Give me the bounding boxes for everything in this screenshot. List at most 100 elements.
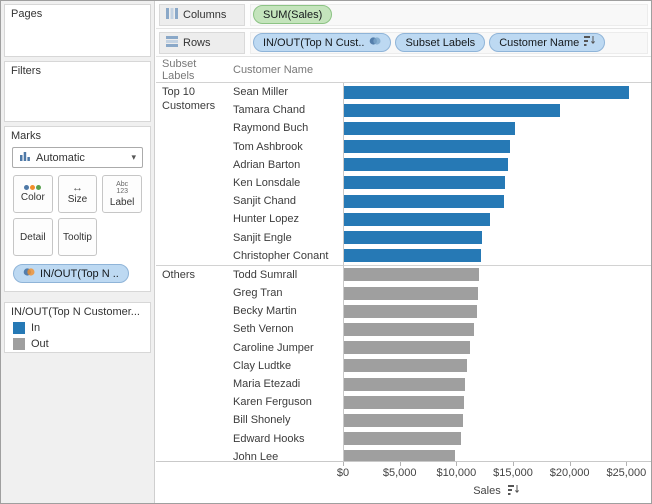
text-label-icon: Abc 123 bbox=[116, 181, 128, 195]
bar-track bbox=[343, 430, 651, 448]
columns-shelf-label: Columns bbox=[159, 4, 245, 26]
subset-label[interactable]: Top 10 Customers bbox=[156, 83, 231, 265]
sales-bar[interactable] bbox=[343, 305, 477, 318]
subset-group: OthersTodd SumrallGreg TranBecky MartinS… bbox=[156, 265, 651, 461]
columns-shelf-track[interactable]: SUM(Sales) bbox=[250, 4, 648, 26]
customer-name-label[interactable]: Raymond Buch bbox=[231, 119, 343, 137]
bar-track bbox=[343, 210, 651, 228]
customer-name-label[interactable]: Sanjit Chand bbox=[231, 192, 343, 210]
sales-bar[interactable] bbox=[343, 86, 629, 99]
axis-label: Sales bbox=[473, 485, 501, 497]
label-button[interactable]: Abc 123 Label bbox=[102, 175, 142, 213]
size-button[interactable]: ↔ Size bbox=[58, 175, 98, 213]
sales-bar[interactable] bbox=[343, 140, 510, 153]
customer-name-label[interactable]: Caroline Jumper bbox=[231, 339, 343, 357]
axis-label-row: Sales bbox=[343, 485, 649, 498]
sales-bar[interactable] bbox=[343, 213, 490, 226]
bar-row: John Lee bbox=[231, 448, 651, 461]
filters-drop-area[interactable] bbox=[5, 79, 150, 121]
customer-name-label[interactable]: Greg Tran bbox=[231, 284, 343, 302]
pages-drop-area[interactable] bbox=[5, 22, 150, 56]
sales-bar[interactable] bbox=[343, 195, 504, 208]
columns-shelf: Columns SUM(Sales) bbox=[156, 1, 651, 29]
customer-name-label[interactable]: Becky Martin bbox=[231, 302, 343, 320]
customer-name-label[interactable]: Edward Hooks bbox=[231, 430, 343, 448]
detail-button[interactable]: Detail bbox=[13, 218, 53, 256]
pill-subset-labels[interactable]: Subset Labels bbox=[395, 33, 485, 52]
axis-sort-icon[interactable] bbox=[508, 486, 519, 498]
legend-swatch-out bbox=[13, 338, 25, 350]
customer-name-label[interactable]: Ken Lonsdale bbox=[231, 174, 343, 192]
sidebar: Pages Filters Marks Automatic ▾ bbox=[1, 1, 155, 503]
customer-name-label[interactable]: Tom Ashbrook bbox=[231, 138, 343, 156]
customer-name-label[interactable]: Hunter Lopez bbox=[231, 210, 343, 228]
sales-bar[interactable] bbox=[343, 359, 467, 372]
customer-name-label[interactable]: Bill Shonely bbox=[231, 411, 343, 429]
rows-icon bbox=[166, 36, 178, 50]
subset-labels-header[interactable]: Subset Labels bbox=[156, 58, 231, 82]
marks-set-pill[interactable]: IN/OUT(Top N .. bbox=[13, 264, 129, 283]
bar-row: Todd Sumrall bbox=[231, 266, 651, 284]
customer-name-label[interactable]: Todd Sumrall bbox=[231, 266, 343, 284]
customer-name-label[interactable]: Adrian Barton bbox=[231, 156, 343, 174]
customer-name-header[interactable]: Customer Name bbox=[231, 64, 343, 76]
pill-sum-sales[interactable]: SUM(Sales) bbox=[253, 5, 332, 24]
customer-name-label[interactable]: Sanjit Engle bbox=[231, 229, 343, 247]
axis-ticks: $0$5,000$10,000$15,000$20,000$25,000 bbox=[343, 462, 649, 482]
axis-tick-label: $20,000 bbox=[550, 467, 590, 479]
pill-customer-name[interactable]: Customer Name bbox=[489, 33, 605, 52]
label-button-label: Label bbox=[110, 197, 134, 208]
marks-set-pill-label: IN/OUT(Top N .. bbox=[40, 268, 119, 280]
sales-bar[interactable] bbox=[343, 122, 515, 135]
sales-bar[interactable] bbox=[343, 268, 479, 281]
sales-bar[interactable] bbox=[343, 176, 505, 189]
customer-name-label[interactable]: Maria Etezadi bbox=[231, 375, 343, 393]
sales-bar[interactable] bbox=[343, 287, 478, 300]
customer-name-label[interactable]: Christopher Conant bbox=[231, 247, 343, 265]
tooltip-button[interactable]: Tooltip bbox=[58, 218, 98, 256]
customer-name-label[interactable]: Clay Ludtke bbox=[231, 357, 343, 375]
sales-bar[interactable] bbox=[343, 249, 481, 262]
sales-bar[interactable] bbox=[343, 104, 560, 117]
bar-track bbox=[343, 393, 651, 411]
customer-name-label[interactable]: Tamara Chand bbox=[231, 101, 343, 119]
bar-track bbox=[343, 138, 651, 156]
sales-bar[interactable] bbox=[343, 414, 463, 427]
bar-row: Karen Ferguson bbox=[231, 393, 651, 411]
rows-shelf-track[interactable]: IN/OUT(Top N Cust.. Subset Labels Custom… bbox=[250, 32, 648, 54]
customer-name-label[interactable]: John Lee bbox=[231, 448, 343, 461]
sales-bar[interactable] bbox=[343, 323, 474, 336]
sales-bar[interactable] bbox=[343, 158, 508, 171]
bar-track bbox=[343, 266, 651, 284]
sales-bar[interactable] bbox=[343, 432, 461, 445]
color-icon bbox=[24, 185, 41, 190]
group-rows: Sean MillerTamara ChandRaymond BuchTom A… bbox=[231, 83, 651, 265]
sales-bar[interactable] bbox=[343, 231, 482, 244]
subset-group: Top 10 CustomersSean MillerTamara ChandR… bbox=[156, 83, 651, 265]
sales-bar[interactable] bbox=[343, 450, 455, 461]
bar-row: Tamara Chand bbox=[231, 101, 651, 119]
bar-row: Maria Etezadi bbox=[231, 375, 651, 393]
x-axis: $0$5,000$10,000$15,000$20,000$25,000 Sal… bbox=[156, 461, 651, 503]
subset-label[interactable]: Others bbox=[156, 266, 231, 461]
detail-button-label: Detail bbox=[20, 232, 46, 243]
legend-item-in[interactable]: In bbox=[5, 320, 150, 336]
main-area: Columns SUM(Sales) Rows IN/OUT(Top N Cus… bbox=[156, 1, 651, 503]
axis-tick-mark bbox=[570, 462, 571, 466]
color-legend: IN/OUT(Top N Customer... In Out bbox=[4, 302, 151, 353]
axis-tick-mark bbox=[456, 462, 457, 466]
customer-name-label[interactable]: Karen Ferguson bbox=[231, 393, 343, 411]
filters-title: Filters bbox=[5, 62, 150, 79]
customer-name-label[interactable]: Seth Vernon bbox=[231, 320, 343, 338]
sales-bar[interactable] bbox=[343, 396, 464, 409]
pill-inout-label: IN/OUT(Top N Cust.. bbox=[263, 37, 364, 49]
pill-inout-set[interactable]: IN/OUT(Top N Cust.. bbox=[253, 33, 391, 52]
color-button[interactable]: Color bbox=[13, 175, 53, 213]
sales-bar[interactable] bbox=[343, 341, 470, 354]
legend-item-out[interactable]: Out bbox=[5, 336, 150, 352]
legend-swatch-in bbox=[13, 322, 25, 334]
mark-type-dropdown[interactable]: Automatic ▾ bbox=[12, 147, 143, 168]
bar-row: Bill Shonely bbox=[231, 411, 651, 429]
sales-bar[interactable] bbox=[343, 378, 465, 391]
customer-name-label[interactable]: Sean Miller bbox=[231, 83, 343, 101]
